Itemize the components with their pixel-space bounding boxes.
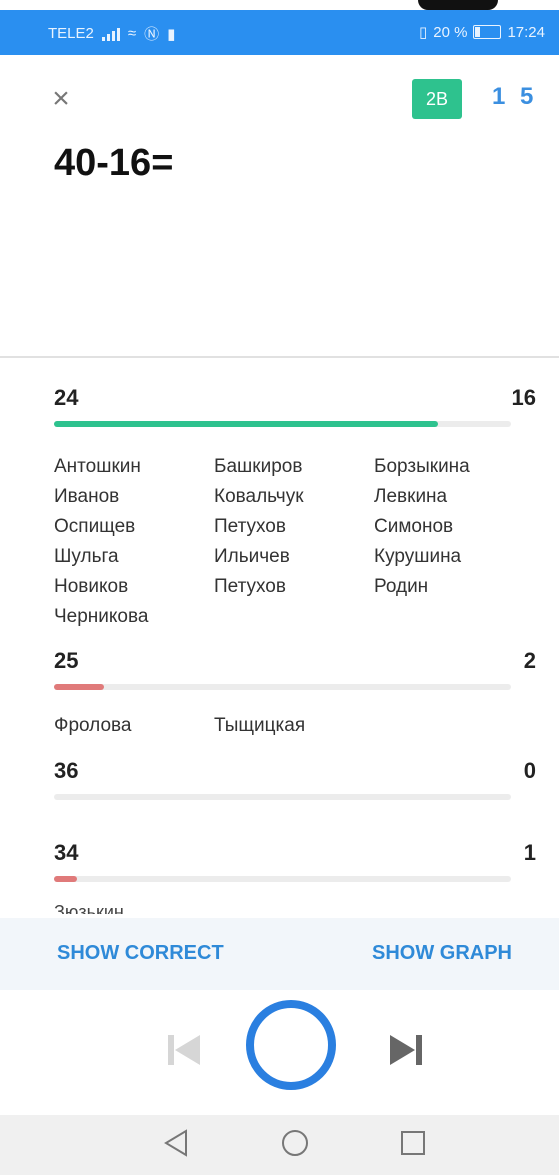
battery-label: 20 % <box>433 23 468 41</box>
class-badge[interactable]: 2B <box>412 79 462 119</box>
answer-progress-fill <box>54 684 105 690</box>
student-list: Фролова Тыщицкая <box>54 715 534 737</box>
answer-value: 34 <box>54 840 79 865</box>
student-name: Черникова <box>54 606 149 627</box>
answer-progress-track <box>54 421 511 427</box>
answer-progress-track <box>54 876 511 882</box>
student-name: Курушина <box>374 546 462 567</box>
student-name: Родин <box>374 576 429 597</box>
sim-icon: ▮ <box>167 25 176 43</box>
answer-progress-track <box>54 794 511 800</box>
status-bar: TELE2 ≈ Ⓝ ▮ ▯ 20 % 17:24 <box>0 10 559 55</box>
carrier-label: TELE2 <box>48 25 94 42</box>
answer-value: 25 <box>54 648 79 673</box>
home-circle-icon[interactable] <box>280 1128 310 1165</box>
circle-ring-icon[interactable] <box>246 1000 336 1090</box>
student-name: Башкиров <box>214 456 303 477</box>
student-name: Петухов <box>214 576 286 597</box>
student-name: Иванов <box>54 486 120 507</box>
student-name: Петухов <box>214 516 286 537</box>
student-name: Ковальчук <box>214 486 304 507</box>
answer-count: 16 <box>511 385 536 410</box>
student-name: Оспищев <box>54 516 136 537</box>
camera-notch <box>418 0 498 10</box>
student-name: Новиков <box>54 576 129 597</box>
student-name: Симонов <box>374 516 454 537</box>
student-name: Шульга <box>54 546 119 567</box>
answer-count: 1 <box>523 840 536 865</box>
answer-progress-track <box>54 684 511 690</box>
recents-square-icon[interactable] <box>398 1128 428 1165</box>
question-counter: 1 5 <box>492 83 538 110</box>
wifi-icon: ≈ <box>127 25 137 42</box>
close-icon[interactable]: × <box>48 84 74 114</box>
question-text: 40-16= <box>54 142 174 184</box>
vibrate-icon: ▯ <box>418 24 428 41</box>
student-name: Ильичев <box>214 546 290 567</box>
answer-progress-fill <box>54 421 438 427</box>
student-name: Борзыкина <box>374 456 470 477</box>
student-name: Антошкин <box>54 456 141 477</box>
time-label: 17:24 <box>507 23 545 41</box>
answer-value: 24 <box>54 385 79 410</box>
back-triangle-icon[interactable] <box>162 1128 190 1165</box>
skip-next-icon[interactable] <box>388 1033 424 1076</box>
nfc-icon: Ⓝ <box>144 26 160 43</box>
student-name: Фролова <box>54 715 132 736</box>
student-name: Левкина <box>374 486 448 507</box>
divider <box>0 356 559 358</box>
skip-previous-icon[interactable] <box>166 1033 202 1076</box>
answer-value: 36 <box>54 758 79 783</box>
show-graph-button[interactable]: SHOW GRAPH <box>372 942 512 965</box>
show-correct-button[interactable]: SHOW CORRECT <box>57 942 224 965</box>
answer-count: 0 <box>523 758 536 783</box>
student-name: Тыщицкая <box>214 715 306 736</box>
student-name-cutoff: Зюзькин <box>54 902 124 914</box>
answer-count: 2 <box>523 648 536 673</box>
student-list: Антошкин Башкиров Борзыкина Иванов Ковал… <box>54 456 534 628</box>
battery-icon <box>473 25 502 39</box>
signal-icon <box>101 27 120 41</box>
action-bar: SHOW CORRECT SHOW GRAPH <box>0 918 559 990</box>
answer-progress-fill <box>54 876 77 882</box>
